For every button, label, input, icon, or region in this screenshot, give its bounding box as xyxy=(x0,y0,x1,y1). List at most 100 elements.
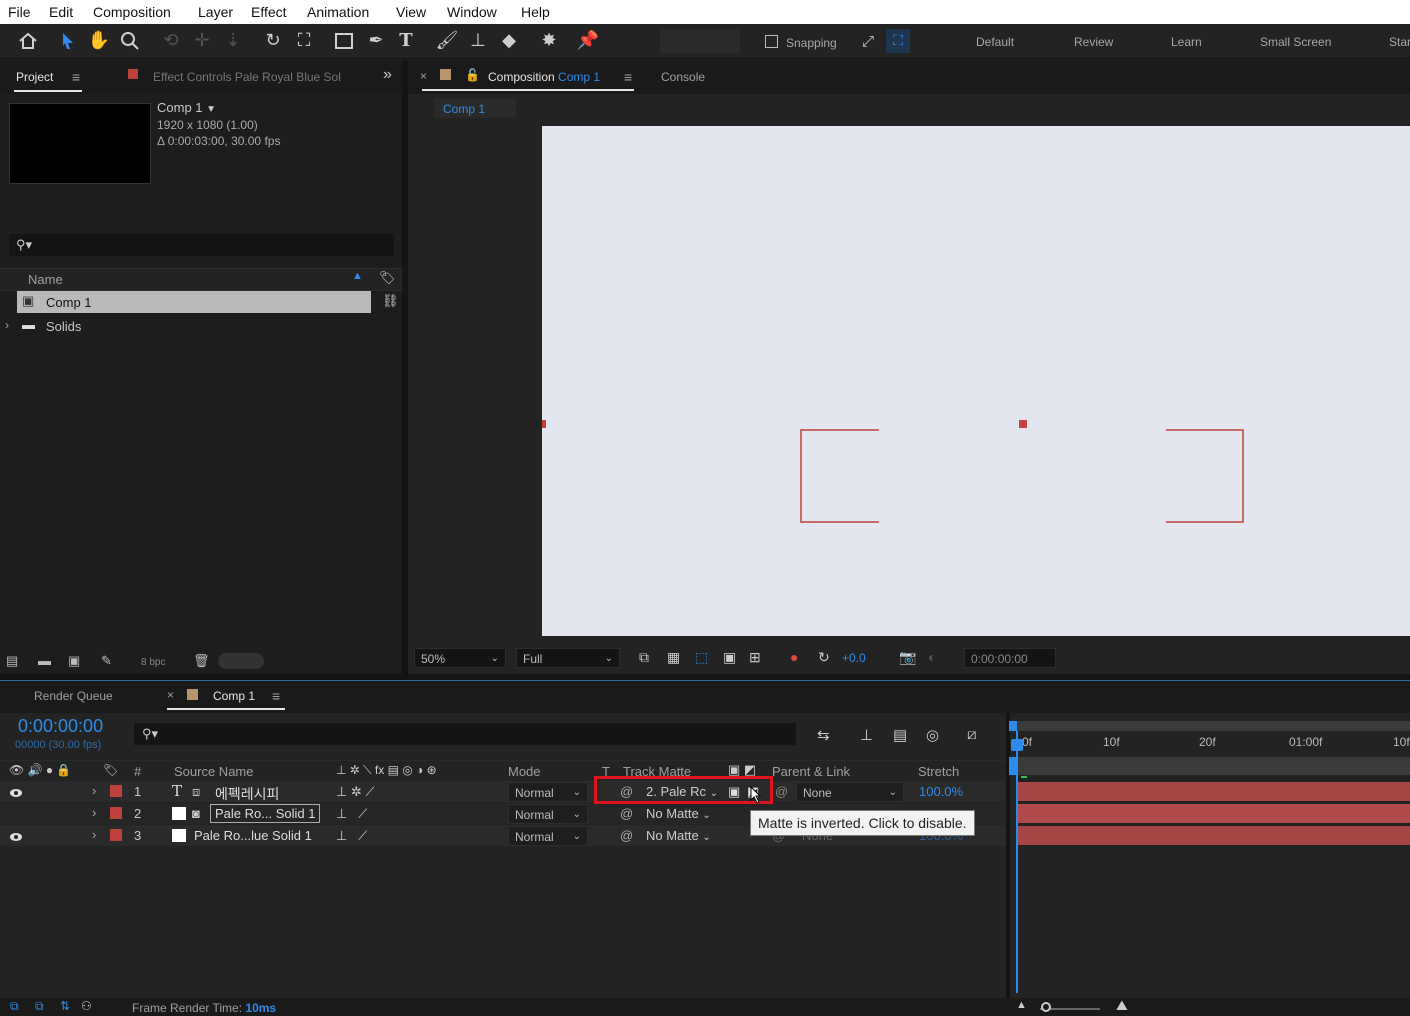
magnification-dropdown[interactable]: 50% ⌄ xyxy=(414,648,506,668)
menu-effect[interactable]: Effect xyxy=(251,4,287,20)
expand-chevron-icon[interactable]: › xyxy=(92,783,96,798)
puppet-pin-tool-icon[interactable]: 📌 xyxy=(576,29,600,53)
column-parent-link[interactable]: Parent & Link xyxy=(772,764,850,779)
zoom-tool-icon[interactable] xyxy=(118,29,142,53)
composition-canvas[interactable] xyxy=(542,126,1410,636)
menu-edit[interactable]: Edit xyxy=(49,4,73,20)
current-time-field[interactable]: 0:00:00:00 xyxy=(964,648,1056,668)
workspace-learn[interactable]: Learn xyxy=(1171,35,1202,49)
zoom-in-icon[interactable]: ⛰ xyxy=(1116,997,1128,1014)
fast-preview-icon[interactable]: ⧉ xyxy=(639,649,649,666)
region-of-interest-icon[interactable]: ▣ xyxy=(723,649,736,666)
column-name-header[interactable]: Name xyxy=(28,272,63,287)
brush-tool-icon[interactable]: 🖌 xyxy=(435,29,459,53)
render-queue-tab[interactable]: Render Queue xyxy=(34,689,113,703)
panel-overflow-icon[interactable]: » xyxy=(383,66,392,84)
expand-chevron-icon[interactable]: › xyxy=(92,805,96,820)
column-number[interactable]: # xyxy=(134,764,141,779)
blend-mode-dropdown[interactable]: Normal ⌄ xyxy=(508,804,588,824)
composition-menu-icon[interactable]: ≡ xyxy=(624,69,632,85)
selection-tool-icon[interactable] xyxy=(56,29,80,53)
snapping-checkbox[interactable] xyxy=(765,35,778,48)
timeline-search-input[interactable] xyxy=(134,723,796,745)
blend-mode-dropdown[interactable]: Normal ⌄ xyxy=(508,826,588,846)
layer-name[interactable]: Pale Ro... Solid 1 xyxy=(210,804,321,823)
layer-label-color[interactable] xyxy=(110,829,122,841)
clone-stamp-tool-icon[interactable]: ⊥ xyxy=(466,29,490,53)
eye-icon[interactable] xyxy=(9,830,23,845)
flowchart-icon[interactable]: ⛓ xyxy=(382,293,399,309)
pan-behind-tool-icon[interactable]: ⛶ xyxy=(292,29,316,53)
in-out-toggle-icon[interactable]: ⇅ xyxy=(60,999,70,1013)
column-source-name[interactable]: Source Name xyxy=(174,764,253,779)
workspace-review[interactable]: Review xyxy=(1074,35,1113,49)
layer-name[interactable]: Pale Ro...lue Solid 1 xyxy=(194,828,312,843)
shy-switch-icon[interactable]: ⊥ ✲ ⟋ xyxy=(336,784,375,800)
column-stretch[interactable]: Stretch xyxy=(918,764,959,779)
column-mode[interactable]: Mode xyxy=(508,764,541,779)
menu-help[interactable]: Help xyxy=(521,4,550,20)
dolly-camera-icon[interactable]: ⇣ xyxy=(221,29,245,53)
transfer-controls-toggle-icon[interactable]: ⧉ xyxy=(35,999,44,1014)
work-area-start-handle[interactable] xyxy=(1009,721,1017,731)
eye-icon[interactable] xyxy=(9,786,23,801)
trash-icon[interactable]: 🗑 xyxy=(193,653,210,669)
bpc-toggle[interactable]: 8 bpc xyxy=(141,657,165,668)
expand-chevron-icon[interactable]: › xyxy=(92,827,96,842)
grid-guides-icon[interactable]: ⊞ xyxy=(749,649,761,666)
graph-editor-icon[interactable]: ⧄ xyxy=(967,726,977,743)
current-timecode[interactable]: 0:00:00:00 xyxy=(18,716,103,737)
type-tool-icon[interactable]: T xyxy=(394,29,418,53)
new-folder-icon[interactable]: ▬ xyxy=(38,653,51,668)
shy-switch-icon[interactable]: ⊥ ⟋ xyxy=(336,828,367,844)
eraser-tool-icon[interactable]: ◆ xyxy=(497,29,521,53)
menu-view[interactable]: View xyxy=(396,4,426,20)
layer-duration-bar[interactable] xyxy=(1018,826,1410,845)
parent-pick-whip-icon[interactable]: @ xyxy=(775,784,788,799)
new-comp-icon[interactable]: ▣ xyxy=(68,653,80,669)
layer-duration-bar[interactable] xyxy=(1018,782,1410,801)
mask-visibility-icon[interactable]: ⬚ xyxy=(695,649,708,666)
label-tag-icon[interactable]: 🏷 xyxy=(379,270,396,286)
expand-chevron-icon[interactable]: › xyxy=(5,318,9,332)
home-icon[interactable] xyxy=(16,29,40,53)
composition-mini-flowchart-icon[interactable]: ⇆ xyxy=(817,726,830,744)
transparency-grid-icon[interactable]: ▦ xyxy=(667,649,680,666)
menu-animation[interactable]: Animation xyxy=(307,4,369,20)
thumbnail-slider[interactable] xyxy=(218,653,264,669)
stretch-value[interactable]: 100.0% xyxy=(919,784,963,799)
rectangle-tool-icon[interactable] xyxy=(332,29,356,53)
resolution-dropdown[interactable]: Full ⌄ xyxy=(516,648,620,668)
snap-target-icon[interactable]: ⛶ xyxy=(886,29,910,53)
motion-blur-icon[interactable]: ◎ xyxy=(926,726,939,744)
parent-dropdown[interactable]: None ⌄ xyxy=(796,782,904,802)
menu-composition[interactable]: Composition xyxy=(93,4,171,20)
label-tag-icon[interactable]: 🏷 xyxy=(103,763,118,777)
menu-file[interactable]: File xyxy=(8,4,31,20)
playhead-handle[interactable] xyxy=(1011,739,1023,751)
show-snapshot-icon[interactable]: ◐ xyxy=(928,649,936,665)
snap-edges-icon[interactable]: ⤢ xyxy=(856,29,880,53)
interpret-footage-icon[interactable]: ▤ xyxy=(6,653,18,669)
hand-tool-icon[interactable]: ✋ xyxy=(87,29,111,53)
work-area-bar[interactable] xyxy=(1010,721,1410,731)
workspace-star[interactable]: Star xyxy=(1389,35,1410,49)
comp-info-name[interactable]: Comp 1 ▼ xyxy=(157,100,216,115)
workspace-small-screen[interactable]: Small Screen xyxy=(1260,35,1331,49)
channels-icon[interactable]: ● xyxy=(790,649,798,665)
menu-window[interactable]: Window xyxy=(447,4,497,20)
close-tab-icon[interactable]: × xyxy=(167,688,174,702)
blend-mode-dropdown[interactable]: Normal ⌄ xyxy=(508,782,588,802)
project-item-label[interactable]: Solids xyxy=(46,319,81,334)
project-search-input[interactable] xyxy=(9,234,394,256)
timeline-menu-icon[interactable]: ≡ xyxy=(272,688,280,704)
layer-name[interactable]: 에펙레시피 xyxy=(215,784,279,804)
orbit-camera-icon[interactable]: ⟲ xyxy=(159,29,183,53)
snapshot-camera-icon[interactable]: 📷 xyxy=(899,649,916,666)
shy-layers-icon[interactable]: ⊥ xyxy=(860,726,873,744)
menu-layer[interactable]: Layer xyxy=(198,4,233,20)
close-tab-icon[interactable]: × xyxy=(420,69,427,83)
layer-label-color[interactable] xyxy=(110,785,122,797)
comp-timeline-tab[interactable]: Comp 1 xyxy=(213,689,255,703)
workspace-default[interactable]: Default xyxy=(976,35,1014,49)
